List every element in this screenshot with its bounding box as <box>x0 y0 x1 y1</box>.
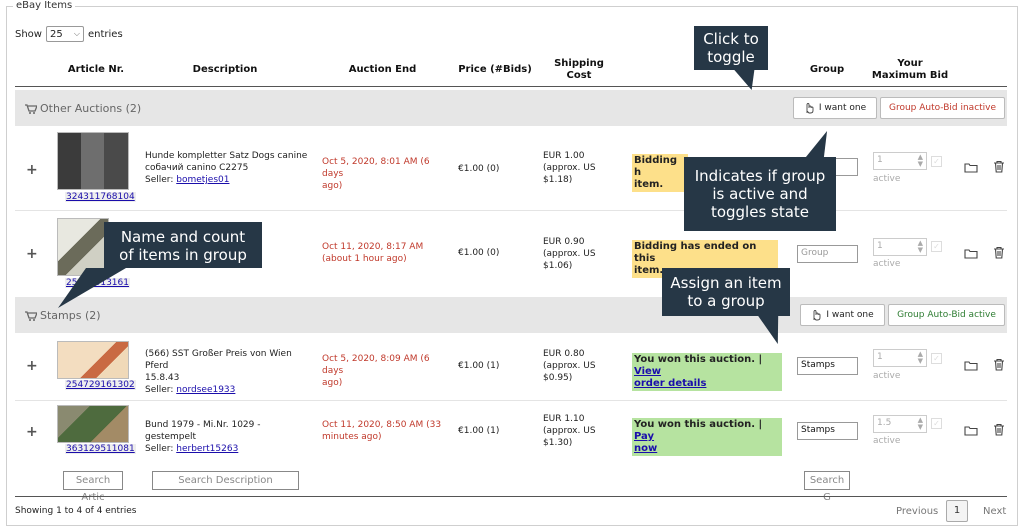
bid-state-label: active <box>873 259 901 269</box>
expand-row-button[interactable]: + <box>26 162 38 178</box>
callout-click-to-toggle: Click to toggle <box>694 26 768 70</box>
header-auction-end[interactable]: Auction End <box>345 64 420 76</box>
group-input[interactable]: Stamps <box>797 422 858 440</box>
checkbox-icon[interactable]: ✓ <box>931 156 942 167</box>
price-bids: €1.00 (0) <box>458 248 500 258</box>
entries-select[interactable]: 25 ⌵ <box>45 26 84 42</box>
shipping-cost: EUR 1.00 (approx. US $1.18) <box>543 151 596 185</box>
header-description[interactable]: Description <box>190 64 260 76</box>
bid-state-label: active <box>873 436 901 446</box>
header-price[interactable]: Price (#Bids) <box>455 64 535 76</box>
header-article[interactable]: Article Nr. <box>66 64 126 76</box>
group-name: Other Auctions (2) <box>40 102 142 115</box>
trash-icon[interactable] <box>993 423 1005 436</box>
expand-row-button[interactable]: + <box>26 358 38 374</box>
auction-status: Bidding h item. <box>632 154 688 192</box>
shopping-cart-icon <box>25 103 37 114</box>
auction-status: You won this auction. | Pay now <box>632 418 782 456</box>
auction-end: Oct 11, 2020, 8:17 AM (about 1 hour ago) <box>322 242 424 264</box>
folder-icon[interactable] <box>964 248 978 259</box>
bid-state-label: active <box>873 174 901 184</box>
shipping-cost: EUR 1.10 (approx. US $1.30) <box>543 414 596 448</box>
price-bids: €1.00 (1) <box>458 361 500 371</box>
article-id-link[interactable]: 324311768104 <box>65 192 136 202</box>
show-label: Show <box>15 28 42 40</box>
auction-end: Oct 5, 2020, 8:01 AM (6 days ago) <box>322 157 430 191</box>
pagination-previous[interactable]: Previous <box>896 506 938 517</box>
item-description: Bund 1979 - Mi.Nr. 1029 - gestempelt Sel… <box>145 420 261 454</box>
header-shipping-line-1: Shipping <box>554 58 604 69</box>
folder-icon[interactable] <box>964 360 978 371</box>
header-max-bid[interactable]: Your Maximum Bid <box>870 58 950 82</box>
bid-state-label: active <box>873 371 901 381</box>
max-bid-input[interactable]: 1 ▲ ▼ <box>873 238 927 256</box>
shopping-cart-icon <box>25 310 37 321</box>
trash-icon[interactable] <box>993 246 1005 259</box>
group-input[interactable]: Stamps <box>797 357 858 375</box>
folder-icon[interactable] <box>964 162 978 173</box>
group-title: Other Auctions (2) <box>25 102 141 115</box>
header-group[interactable]: Group <box>803 64 851 76</box>
search-article-input[interactable]: Search Artic <box>63 471 123 503</box>
auction-status: You won this auction. | View order detai… <box>632 353 782 391</box>
group-auto-bid-toggle[interactable]: Group Auto-Bid inactive <box>880 97 1005 119</box>
length-control: Show 25 ⌵ entries <box>15 26 123 42</box>
seller-link[interactable]: herbert15263 <box>176 444 238 454</box>
callout-assign-group: Assign an item to a group <box>662 268 790 316</box>
group-auto-bid-toggle[interactable]: Group Auto-Bid active <box>888 304 1005 326</box>
i-want-one-button[interactable]: I want one <box>800 304 885 326</box>
checkbox-icon[interactable]: ✓ <box>931 418 942 429</box>
max-bid-input[interactable]: 1 ▲ ▼ <box>873 349 927 367</box>
spinner-icon[interactable]: ▲ ▼ <box>918 154 923 168</box>
folder-icon[interactable] <box>964 425 978 436</box>
expand-row-button[interactable]: + <box>26 424 38 440</box>
entries-label: entries <box>87 28 123 40</box>
auction-end: Oct 11, 2020, 8:50 AM (33 minutes ago) <box>322 420 442 442</box>
view-order-link[interactable]: order details <box>634 378 706 389</box>
group-input[interactable]: Group <box>797 245 858 263</box>
item-description: Hunde kompletter Satz Dogs canine собачи… <box>145 151 308 185</box>
trash-icon[interactable] <box>993 358 1005 371</box>
header-shipping-line-2: Cost <box>566 70 592 81</box>
search-group-input[interactable]: Search G <box>804 471 850 503</box>
shipping-cost: EUR 0.80 (approx. US $0.95) <box>543 349 596 383</box>
pagination-page-1[interactable]: 1 <box>946 500 968 522</box>
view-order-link[interactable]: View <box>634 366 661 377</box>
max-bid-input[interactable]: 1 ▲ ▼ <box>873 152 927 170</box>
search-description-input[interactable]: Search Description <box>152 471 299 490</box>
item-description: (566) SST Großer Preis von Wien Pferd 15… <box>145 349 292 395</box>
article-id-link[interactable]: 363129511081 <box>65 444 136 454</box>
spinner-icon[interactable]: ▲ ▼ <box>918 351 923 365</box>
pay-now-link[interactable]: now <box>634 443 657 454</box>
header-shipping[interactable]: Shipping Cost <box>545 58 613 82</box>
price-bids: €1.00 (1) <box>458 426 500 436</box>
callout-name-count: Name and count of items in group <box>104 222 262 268</box>
spinner-icon[interactable]: ▲ ▼ <box>918 417 923 431</box>
pay-now-link[interactable]: Pay <box>634 431 654 442</box>
hand-pointer-icon <box>806 102 814 113</box>
panel-legend: eBay Items <box>13 0 76 11</box>
hand-pointer-icon <box>813 309 821 320</box>
pagination-next[interactable]: Next <box>983 506 1006 517</box>
price-bids: €1.00 (0) <box>458 164 500 174</box>
i-want-one-button[interactable]: I want one <box>793 97 877 119</box>
expand-row-button[interactable]: + <box>26 246 38 262</box>
callout-group-state: Indicates if group is active and toggles… <box>684 157 836 231</box>
spinner-icon[interactable]: ▲ ▼ <box>918 240 923 254</box>
max-bid-input[interactable]: 1.5 ▲ ▼ <box>873 415 927 433</box>
table-bottom-divider <box>15 496 1007 497</box>
trash-icon[interactable] <box>993 160 1005 173</box>
shipping-cost: EUR 0.90 (approx. US $1.06) <box>543 237 596 271</box>
header-max-bid-line-2: Maximum Bid <box>871 70 949 81</box>
chevron-down-icon: ⌵ <box>73 29 80 38</box>
table-info: Showing 1 to 4 of 4 entries <box>15 506 137 516</box>
checkbox-icon[interactable]: ✓ <box>931 353 942 364</box>
header-max-bid-line-1: Your <box>897 58 923 69</box>
seller-link[interactable]: nordsee1933 <box>176 385 235 395</box>
header-divider <box>15 86 1007 87</box>
seller-link[interactable]: bometjes01 <box>176 175 229 185</box>
auction-end: Oct 5, 2020, 8:09 AM (6 days ago) <box>322 354 430 388</box>
checkbox-icon[interactable]: ✓ <box>931 241 942 252</box>
